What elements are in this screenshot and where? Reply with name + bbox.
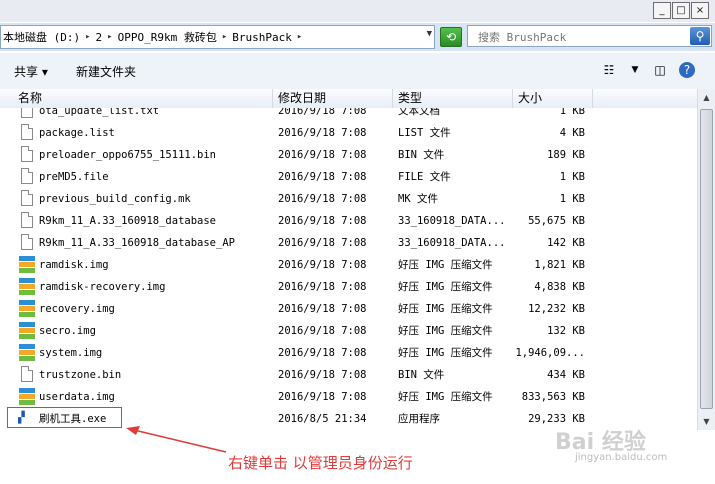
watermark-url: jingyan.baidu.com bbox=[575, 452, 668, 463]
annotation-text: 右键单击 以管理员身份运行 bbox=[228, 454, 413, 472]
annotation-arrow-icon bbox=[126, 426, 227, 453]
